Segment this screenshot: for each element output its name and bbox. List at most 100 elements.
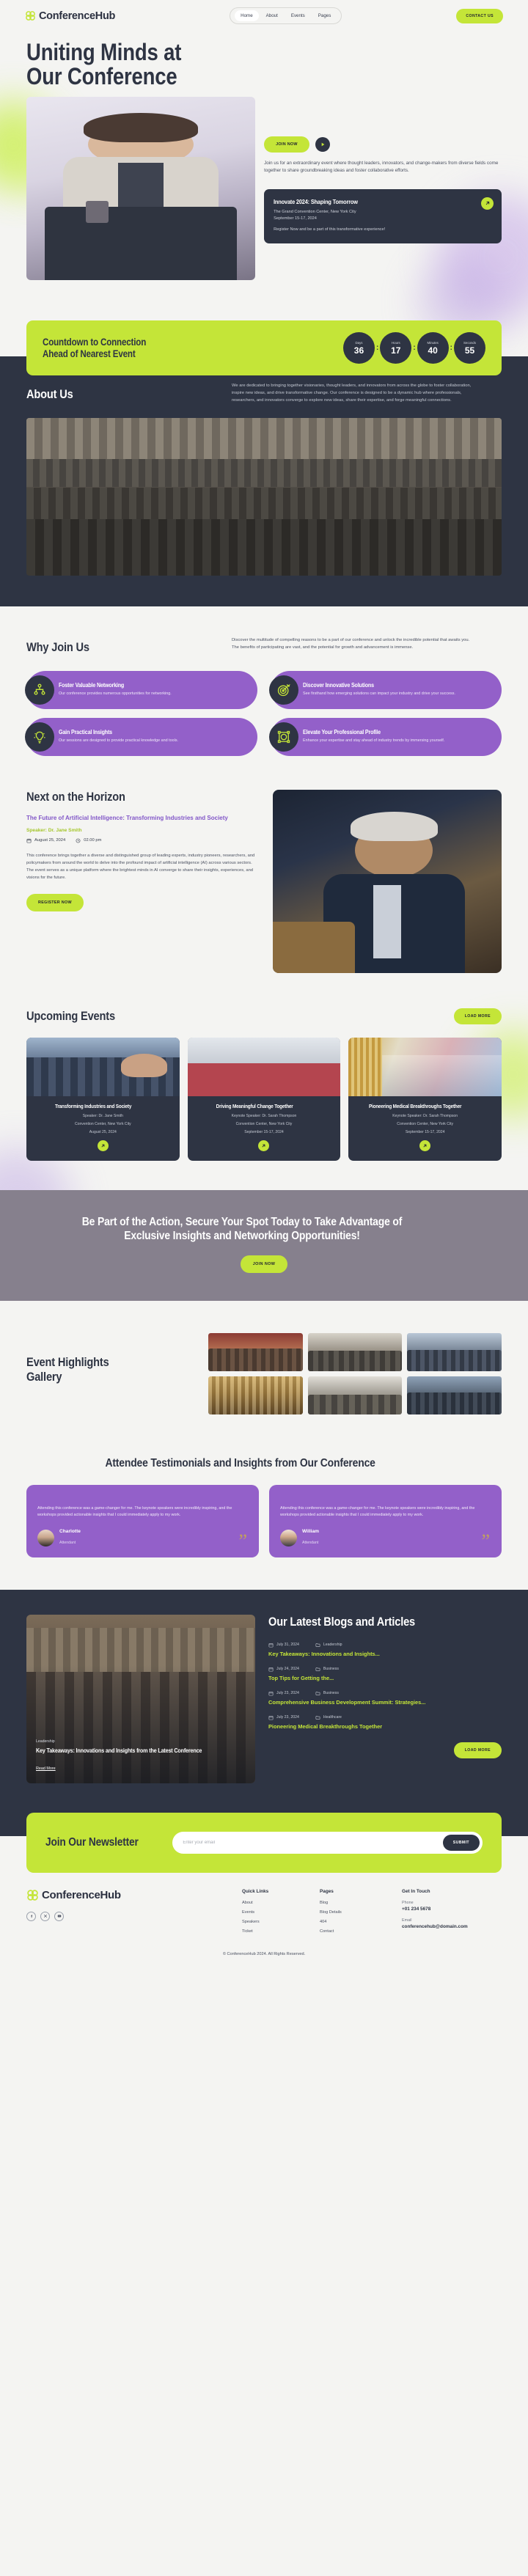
blog-title[interactable]: Key Takeaways: Innovations and Insights.… bbox=[268, 1651, 502, 1657]
blog-date-text: July 23, 2024 bbox=[276, 1691, 299, 1696]
cta-headline: Be Part of the Action, Secure Your Spot … bbox=[44, 1215, 440, 1244]
horizon-body: This conference brings together a divers… bbox=[26, 853, 255, 880]
hero-title-line1: Uniting Minds at bbox=[26, 39, 182, 65]
hero-event-venue: The Grand Convention Center, New York Ci… bbox=[274, 209, 356, 214]
nav-item-events[interactable]: Events bbox=[285, 10, 311, 21]
feature-card-practical-insights[interactable]: Gain Practical Insights Our sessions are… bbox=[25, 717, 257, 756]
footer-email-value[interactable]: conferencehub@domain.com bbox=[402, 1924, 468, 1929]
event-speaker: Keynote Speaker: Dr. Sarah Thompson bbox=[231, 1114, 297, 1119]
gallery-grid bbox=[208, 1333, 502, 1415]
blog-category: Business bbox=[315, 1667, 339, 1672]
gallery-tile[interactable] bbox=[208, 1333, 303, 1372]
event-image bbox=[187, 1037, 341, 1096]
footer-link-blog[interactable]: Blog bbox=[320, 1901, 377, 1905]
countdown-value-hours: 17 bbox=[391, 345, 401, 356]
upcoming-events-heading: Upcoming Events bbox=[26, 1008, 115, 1023]
footer-link-about[interactable]: About bbox=[242, 1901, 295, 1905]
countdown-separator: : bbox=[375, 344, 379, 352]
newsletter-submit-button[interactable]: SUBMIT bbox=[442, 1834, 480, 1851]
feature-text: See firsthand how emerging solutions can… bbox=[303, 691, 455, 697]
email-field[interactable] bbox=[183, 1840, 443, 1845]
footer-link-events[interactable]: Events bbox=[242, 1910, 295, 1915]
featured-blog-read-more-link[interactable]: Read More bbox=[36, 1766, 56, 1771]
feature-card-innovative-solutions[interactable]: Discover Innovative Solutions See firsth… bbox=[269, 670, 502, 709]
feature-card-networking[interactable]: Foster Valuable Networking Our conferenc… bbox=[25, 670, 257, 709]
testimonials-heading: Attendee Testimonials and Insights from … bbox=[105, 1457, 375, 1470]
countdown-unit-hours: Hours 17 bbox=[380, 332, 412, 364]
countdown-unit-days: Days 36 bbox=[342, 332, 375, 364]
nav-item-pages[interactable]: Pages bbox=[312, 10, 337, 21]
hero-event-card[interactable]: Innovate 2024: Shaping Tomorrow The Gran… bbox=[264, 188, 502, 243]
blog-list-item[interactable]: July 23, 2024 Business Comprehensive Bus… bbox=[268, 1691, 502, 1706]
blog-title[interactable]: Top Tips for Getting the... bbox=[268, 1675, 502, 1681]
play-icon[interactable] bbox=[315, 136, 330, 152]
blog-date-text: July 23, 2024 bbox=[276, 1715, 299, 1720]
atom-cluster-icon bbox=[25, 10, 36, 21]
blog-list-item[interactable]: July 31, 2024 Leadership Key Takeaways: … bbox=[268, 1643, 502, 1657]
event-venue: Convention Center, New York City bbox=[235, 1122, 293, 1127]
blogs-load-more-button[interactable]: LOAD MORE bbox=[453, 1742, 502, 1758]
gallery-tile[interactable] bbox=[307, 1333, 403, 1372]
arrow-up-right-icon[interactable] bbox=[419, 1140, 431, 1151]
arrow-up-right-icon[interactable] bbox=[97, 1140, 109, 1151]
footer-link-speakers[interactable]: Speakers bbox=[242, 1920, 295, 1924]
blog-list-item[interactable]: July 23, 2024 Healthcare Pioneering Medi… bbox=[268, 1715, 502, 1730]
countdown-unit-seconds: Seconds 55 bbox=[454, 332, 485, 364]
arrow-up-right-icon[interactable] bbox=[481, 197, 494, 210]
about-heading: About Us bbox=[26, 387, 73, 401]
blog-title[interactable]: Comprehensive Business Development Summi… bbox=[268, 1699, 502, 1706]
blog-title[interactable]: Pioneering Medical Breakthroughs Togethe… bbox=[268, 1723, 502, 1730]
footer-link-contact[interactable]: Contact bbox=[320, 1929, 377, 1934]
horizon-date: August 25, 2024 bbox=[26, 838, 65, 843]
footer-column-get-in-touch: Get In Touch Phone +01 234 5678 Email co… bbox=[402, 1889, 468, 1939]
footer-phone-value[interactable]: +01 234 5678 bbox=[402, 1907, 468, 1912]
event-card[interactable]: Driving Meaningful Change Together Keyno… bbox=[187, 1037, 341, 1161]
folder-icon bbox=[315, 1667, 320, 1671]
register-now-button[interactable]: REGISTER NOW bbox=[26, 893, 84, 911]
nav-item-about[interactable]: About bbox=[260, 10, 284, 21]
about-section: About Us We are dedicated to bringing to… bbox=[0, 356, 528, 606]
event-image bbox=[348, 1037, 502, 1096]
gallery-tile[interactable] bbox=[307, 1376, 403, 1415]
cta-join-now-button[interactable]: JOIN NOW bbox=[240, 1255, 288, 1274]
calendar-icon bbox=[268, 1643, 274, 1648]
countdown-separator: : bbox=[450, 344, 452, 352]
upcoming-events-grid: Transforming Industries and Society Spea… bbox=[26, 1037, 502, 1161]
gallery-tile[interactable] bbox=[407, 1333, 502, 1372]
countdown-label-days: Days bbox=[355, 340, 363, 345]
blog-list-item[interactable]: July 24, 2024 Business Top Tips for Gett… bbox=[268, 1667, 502, 1681]
featured-blog-card[interactable]: Leadership Key Takeaways: Innovations an… bbox=[26, 1614, 255, 1783]
arrow-up-right-icon[interactable] bbox=[258, 1140, 270, 1151]
folder-icon bbox=[315, 1643, 320, 1647]
blog-category-text: Business bbox=[323, 1667, 339, 1672]
footer-column-heading: Pages bbox=[320, 1888, 334, 1894]
event-card[interactable]: Transforming Industries and Society Spea… bbox=[26, 1037, 180, 1161]
nav-item-home[interactable]: Home bbox=[235, 10, 259, 21]
event-title: Pioneering Medical Breakthroughs Togethe… bbox=[369, 1102, 462, 1109]
x-twitter-icon[interactable] bbox=[40, 1911, 50, 1921]
blog-category-text: Leadership bbox=[323, 1643, 342, 1648]
footer-link-ticket[interactable]: Ticket bbox=[242, 1929, 295, 1934]
event-date: September 15-17, 2024 bbox=[405, 1130, 445, 1135]
footer-brand-logo[interactable]: ConferenceHub bbox=[26, 1889, 217, 1901]
footer-link-blog-details[interactable]: Blog Details bbox=[320, 1910, 377, 1915]
testimonial-role: Attendant bbox=[59, 1540, 76, 1545]
event-card[interactable]: Pioneering Medical Breakthroughs Togethe… bbox=[348, 1037, 502, 1161]
countdown-title-line2: Ahead of Nearest Event bbox=[43, 348, 136, 359]
contact-us-button[interactable]: CONTACT US bbox=[456, 8, 503, 23]
blog-date-text: July 24, 2024 bbox=[276, 1667, 299, 1672]
blog-date: July 31, 2024 bbox=[268, 1643, 299, 1648]
hero-join-now-button[interactable]: JOIN NOW bbox=[264, 136, 309, 153]
gallery-tile[interactable] bbox=[407, 1376, 502, 1415]
facebook-icon[interactable] bbox=[26, 1911, 36, 1921]
upcoming-load-more-button[interactable]: LOAD MORE bbox=[453, 1008, 502, 1024]
feature-card-professional-profile[interactable]: Elevate Your Professional Profile Enhanc… bbox=[269, 717, 502, 756]
youtube-icon[interactable] bbox=[54, 1911, 64, 1921]
gallery-tile[interactable] bbox=[208, 1376, 303, 1415]
footer-link-404[interactable]: 404 bbox=[320, 1920, 377, 1924]
event-venue: Convention Center, New York City bbox=[74, 1122, 131, 1127]
page-root: ConferenceHub Home About Events Pages CO… bbox=[0, 0, 528, 1968]
brand-logo[interactable]: ConferenceHub bbox=[25, 10, 115, 22]
avatar bbox=[37, 1529, 54, 1546]
blog-category-text: Healthcare bbox=[323, 1715, 342, 1720]
